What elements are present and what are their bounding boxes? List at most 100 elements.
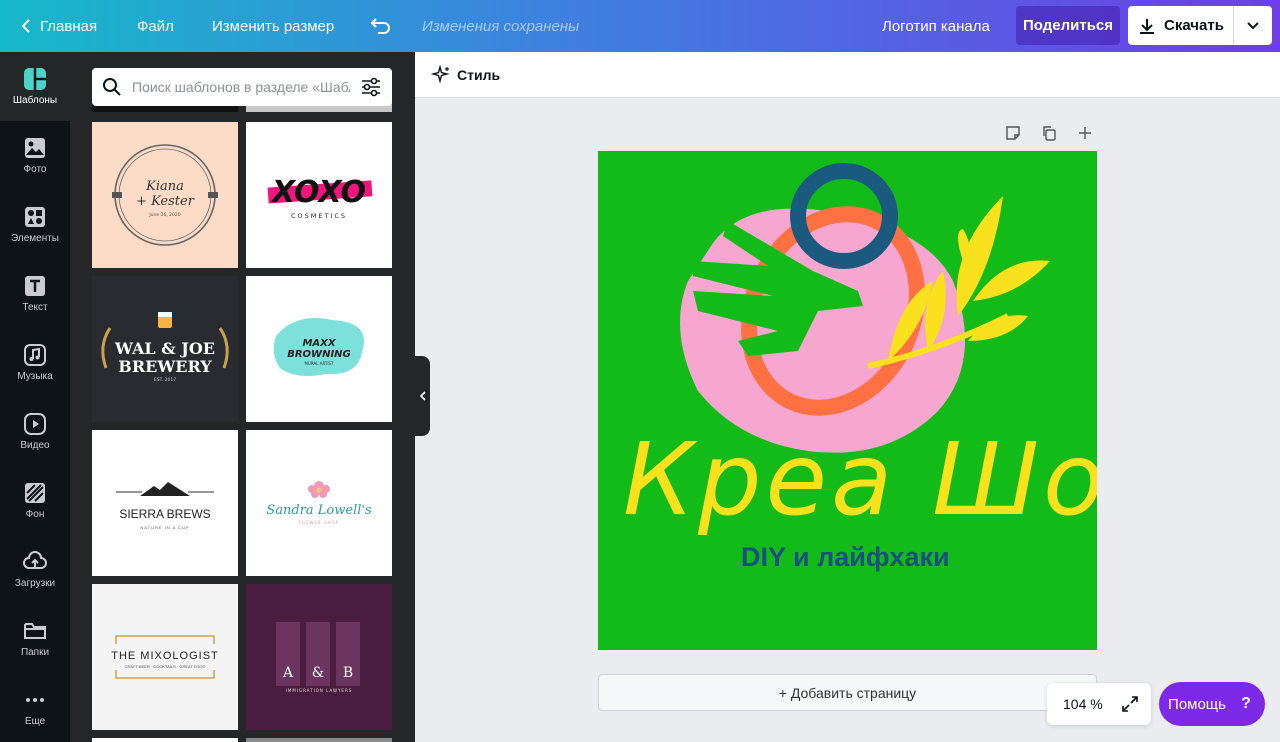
template-tile-ab-lawyers[interactable]: A & B IMMIGRATION LAWYERS [246,584,392,730]
rail-label: Текст [22,302,48,313]
template-search [92,68,392,106]
add-page-button[interactable]: + Добавить страницу [598,674,1097,711]
file-menu[interactable]: Файл [137,0,174,52]
background-icon [25,483,45,503]
rail-item-folders[interactable]: Папки [0,604,70,673]
tpl-text: FLOWER SHOP [299,520,339,525]
rail-item-elements[interactable]: Элементы [0,190,70,259]
rail-item-background[interactable]: Фон [0,466,70,535]
tpl-text: Kiana [145,179,184,194]
rail-label: Шаблоны [12,95,58,106]
template-tile-partial[interactable] [246,738,392,742]
sparkle-icon [431,64,450,84]
tpl-text: MAXX [302,338,336,349]
rail-label: Фото [23,164,47,175]
download-label: Скачать [1164,17,1224,34]
template-tile-sandra-lowell[interactable]: Sandra Lowell's FLOWER SHOP [246,430,392,576]
top-bar: Главная Файл Изменить размер Изменения с… [0,0,1280,52]
duplicate-page-button[interactable] [1038,122,1060,144]
note-icon [1006,126,1020,140]
tpl-text: Sandra Lowell's [266,503,372,518]
add-page-icon-button[interactable] [1074,122,1096,144]
home-label: Главная [40,17,98,35]
help-label: Помощь [1168,695,1226,713]
tpl-text: CRAFT BEER · COCKTAILS · GREAT FOOD [125,664,206,669]
add-note-button[interactable] [1002,122,1024,144]
template-tile-maxx-browning[interactable]: MAXX BROWNING MURAL ARTIST [246,276,392,422]
resize-menu[interactable]: Изменить размер [212,0,334,52]
template-tile-xoxo[interactable]: XOXO COSMETICS [246,122,392,268]
download-button[interactable]: Скачать [1128,6,1234,45]
design-canvas[interactable]: Креа Шоу DIY и лайфхаки [598,151,1097,650]
template-tile-partial[interactable] [92,738,238,742]
rail-label: Папки [20,647,50,658]
help-button[interactable]: Помощь ? [1159,682,1265,726]
share-button[interactable]: Поделиться [1016,6,1120,45]
rail-item-text[interactable]: Текст [0,259,70,328]
undo-button[interactable] [370,0,392,52]
rail-label: Элементы [11,233,59,244]
tpl-text: B [343,665,353,681]
design-artwork [680,163,1050,453]
upload-icon [23,551,47,569]
home-button[interactable]: Главная [20,0,97,52]
templates-icon [24,68,46,90]
tpl-text: WAL & JOE [114,339,215,358]
folder-icon [24,623,46,639]
tpl-text: NATURE IN A CUP [140,525,189,530]
template-tile-mixologist[interactable]: THE MIXOLOGIST CRAFT BEER · COCKTAILS · … [92,584,238,730]
editor-toolbar: Стиль [415,52,1280,98]
rail-item-uploads[interactable]: Загрузки [0,535,70,604]
collapse-panel-button[interactable] [415,356,430,436]
rail-item-music[interactable]: Музыка [0,328,70,397]
chevron-left-icon [419,391,426,401]
tpl-text: EST. 2017 [154,377,176,383]
template-preview: A & B IMMIGRATION LAWYERS [246,584,392,730]
design-title[interactable]: Креа Шоу [623,421,1097,538]
filter-icon[interactable] [360,77,382,97]
template-preview: Kiana + Kester June 26, 2020 [92,122,238,268]
chevron-down-icon [1247,21,1259,29]
tpl-text: XOXO [270,175,366,210]
rail-label: Видео [20,440,50,451]
side-navigation: Шаблоны Фото Элементы Текст Музыка Видео… [0,52,70,742]
template-preview: WAL & JOE BREWERY EST. 2017 [92,276,238,422]
rail-item-templates[interactable]: Шаблоны [0,52,70,121]
search-input[interactable] [132,79,350,95]
template-preview: Sandra Lowell's FLOWER SHOP [246,430,392,576]
design-subtitle[interactable]: DIY и лайфхаки [741,542,950,573]
video-icon [24,413,46,435]
template-tile-sierra-brews[interactable]: SIERRA BREWS NATURE IN A CUP [92,430,238,576]
tpl-text: A [282,665,294,681]
rail-item-photo[interactable]: Фото [0,121,70,190]
tpl-text: COSMETICS [291,212,347,220]
download-icon [1140,18,1154,34]
photo-icon [25,138,45,158]
copy-icon [1043,126,1056,141]
tpl-text: THE MIXOLOGIST [111,650,219,662]
download-options-button[interactable] [1234,6,1272,45]
question-icon: ? [1241,695,1251,712]
plus-icon [1079,127,1091,139]
style-button[interactable]: Стиль [457,67,500,83]
tpl-text: & [312,665,324,681]
text-icon [25,276,45,296]
elements-icon [25,207,45,227]
rail-label: Еще [24,716,46,727]
template-tile-kiana-kester[interactable]: Kiana + Kester June 26, 2020 [92,122,238,268]
template-preview: SIERRA BREWS NATURE IN A CUP [92,430,238,576]
zoom-control[interactable]: 104 % [1047,683,1151,725]
rail-label: Музыка [17,371,53,382]
fullscreen-icon[interactable] [1121,695,1139,713]
templates-panel: Kiana + Kester June 26, 2020 XOXO COSMET… [70,52,415,742]
search-icon [103,78,121,96]
rail-label: Загрузки [14,578,56,589]
rail-item-video[interactable]: Видео [0,397,70,466]
save-status: Изменения сохранены [422,17,580,35]
template-preview: XOXO COSMETICS [246,122,392,268]
design-type-label[interactable]: Логотип канала [882,0,990,52]
rail-item-more[interactable]: Еще [0,673,70,742]
more-icon [26,698,44,702]
rail-label: Фон [25,509,45,520]
template-tile-brewery[interactable]: WAL & JOE BREWERY EST. 2017 [92,276,238,422]
